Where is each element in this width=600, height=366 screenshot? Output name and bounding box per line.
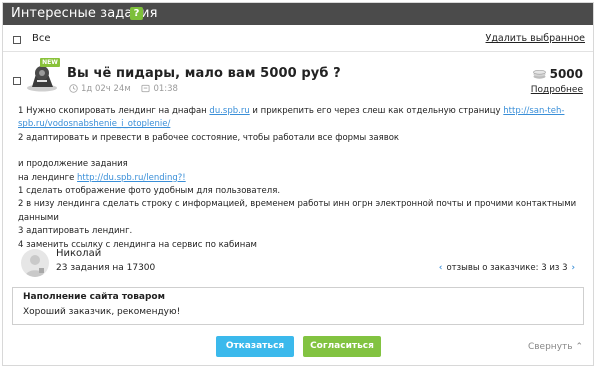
desc-line-6: 1 сделать отображение фото удобным для п…: [18, 186, 281, 197]
task-description: 1 Нужно скопировать лендинг на днафан du…: [18, 105, 588, 252]
reviews-label: отзывы о заказчике: 3 из 3: [446, 263, 568, 273]
desc-link-2[interactable]: http://san-teh-: [503, 106, 564, 116]
collapse-label: Свернуть: [527, 342, 573, 352]
review-card: Наполнение сайта товаром Хороший заказчи…: [12, 287, 584, 325]
desc-line-2: spb.ru/vodosnabshenie_i_otoplenie/: [18, 118, 588, 131]
desc-line-3: 2 адаптировать и превести в рабочее сост…: [18, 132, 400, 143]
desc-line-5: на лендинге http://du.spb.ru/lending?!: [18, 172, 588, 185]
task-card: NEW Вы чё пидары, мало вам 5000 руб ? 1д…: [3, 52, 593, 365]
select-all-label: Все: [32, 33, 51, 44]
task-window: Интересные задания ? Все Удалить выбранн…: [2, 2, 594, 366]
customer-name[interactable]: Николай: [56, 248, 101, 259]
desc-line-1: 1 Нужно скопировать лендинг на днафан du…: [18, 105, 588, 118]
chevron-left-icon[interactable]: ‹: [439, 263, 443, 273]
task-price: 5000: [532, 67, 583, 81]
select-all-checkbox[interactable]: [13, 36, 21, 44]
avatar[interactable]: [21, 249, 49, 277]
coin-stack-icon: [532, 69, 546, 79]
desc-text: 1 Нужно скопировать лендинг на днафан: [18, 106, 210, 116]
select-all-row: Все Удалить выбранное: [3, 25, 593, 52]
desc-text: на лендинге: [18, 172, 78, 183]
desc-line-8: 3 адаптировать лендинг.: [18, 226, 133, 237]
task-time: 01:38: [153, 84, 178, 94]
user-avatar-icon: [25, 255, 45, 277]
help-icon[interactable]: ?: [130, 7, 143, 20]
timer-icon: [141, 84, 151, 93]
details-link[interactable]: Подробнее: [531, 85, 583, 95]
accept-button[interactable]: Согласиться: [303, 336, 381, 357]
header-bar: Интересные задания ?: [3, 3, 593, 25]
customer-stats: 23 задания на 17300: [56, 263, 156, 273]
desc-gap: [18, 145, 588, 158]
collapse-link[interactable]: Свернуть ⌃: [528, 342, 583, 352]
desc-text: и прикрепить его через слеш как отдельну…: [249, 106, 504, 116]
price-value: 5000: [549, 67, 583, 81]
desc-link-2-cont[interactable]: spb.ru/vodosnabshenie_i_otoplenie/: [18, 119, 170, 129]
reviews-pager: ‹ отзывы о заказчике: 3 из 3 ›: [435, 263, 579, 273]
delete-selected-link[interactable]: Удалить выбранное: [486, 33, 585, 44]
clock-icon: [69, 84, 78, 93]
task-checkbox[interactable]: [13, 77, 21, 85]
review-title: Наполнение сайта товаром: [23, 292, 165, 302]
task-title[interactable]: Вы чё пидары, мало вам 5000 руб ?: [67, 66, 341, 81]
desc-line-4: и продолжение задания: [18, 159, 128, 170]
desc-line-7: 2 в низу лендинга сделать строку с инфор…: [18, 199, 577, 223]
customer-info: Николай 23 задания на 17300 ‹ отзывы о за…: [19, 247, 589, 279]
chevron-right-icon[interactable]: ›: [571, 263, 575, 273]
chevron-up-icon: ⌃: [575, 342, 583, 352]
desc-link-1[interactable]: du.spb.ru: [209, 106, 249, 116]
new-badge: NEW: [40, 58, 60, 67]
task-meta: 1д 02ч 24м 01:38: [69, 84, 178, 94]
review-text: Хороший заказчик, рекомендую!: [23, 307, 181, 317]
task-age: 1д 02ч 24м: [81, 84, 131, 94]
decline-button[interactable]: Отказаться: [216, 336, 294, 357]
desc-link-3[interactable]: http://du.spb.ru/lending?!: [77, 173, 186, 183]
